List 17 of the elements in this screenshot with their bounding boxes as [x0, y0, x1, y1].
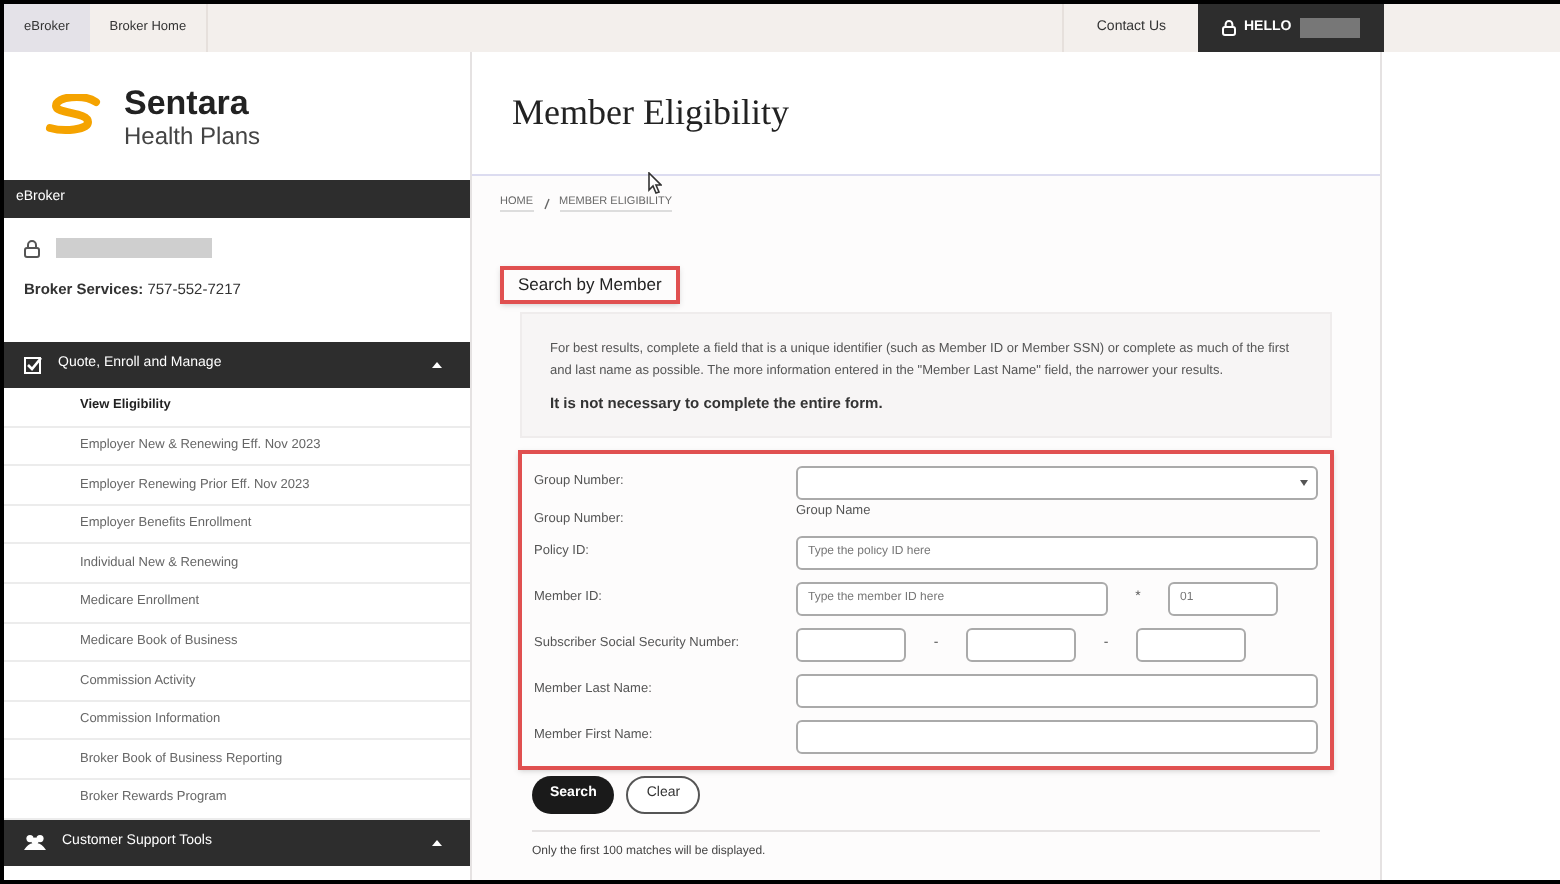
people-icon [24, 833, 46, 852]
ssn-part-field[interactable] [966, 627, 1076, 661]
group-number-dropdown[interactable] [796, 465, 1318, 499]
caret-down-icon [1300, 479, 1308, 485]
ssn-part-field[interactable] [1136, 627, 1246, 661]
logo-subtitle: Health Plans [124, 123, 261, 147]
checkbox-icon [24, 356, 42, 374]
text-input-field[interactable] [796, 719, 1318, 753]
logo-name: Sentara [124, 85, 251, 119]
section-heading: Search by Member [500, 266, 680, 304]
ssn-part-field[interactable] [796, 627, 906, 661]
page-title: Member Eligibility [512, 90, 789, 136]
text-input-field[interactable] [796, 673, 1318, 707]
redacted-block [1299, 18, 1360, 38]
lock-icon [1222, 20, 1236, 36]
lock-icon [24, 239, 40, 257]
slash-icon [543, 197, 549, 210]
